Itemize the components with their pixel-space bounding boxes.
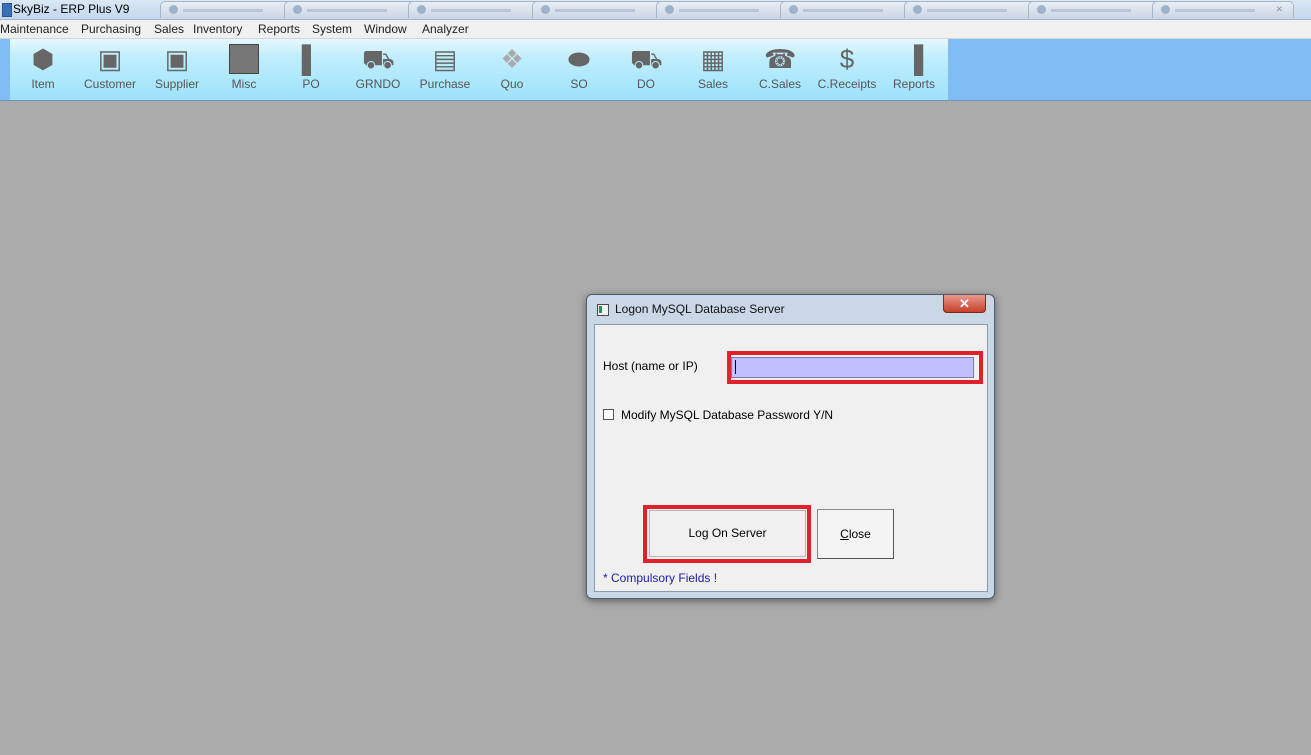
toolbar: ⬢ Item ▣ Customer ▣ Supplier Misc ▌ PO ⛟…	[0, 39, 1311, 101]
toolbar-item-button[interactable]: ⬢ Item	[10, 39, 76, 100]
menu-purchasing[interactable]: Purchasing	[81, 22, 141, 36]
toolbar-quo-button[interactable]: ❖ Quo	[479, 39, 545, 100]
cash-sales-icon: ☎	[764, 44, 797, 74]
toolbar-po-button[interactable]: ▌ PO	[278, 39, 344, 100]
browser-tab[interactable]: ✕	[408, 1, 550, 18]
so-icon: ⬬	[567, 44, 591, 74]
modify-password-label: Modify MySQL Database Password Y/N	[621, 408, 834, 422]
browser-tab[interactable]: ✕	[1152, 1, 1294, 18]
browser-tab[interactable]: ✕	[904, 1, 1046, 18]
toolbar-reports-button[interactable]: ▐ Reports	[881, 39, 947, 100]
toolbar-cash-sales-button[interactable]: ☎ C.Sales	[747, 39, 813, 100]
toolbar-so-button[interactable]: ⬬ SO	[546, 39, 612, 100]
tab-favicon-icon	[913, 5, 922, 14]
dialog-body: Host (name or IP) Modify MySQL Database …	[594, 324, 988, 592]
text-caret	[735, 360, 736, 374]
browser-tab[interactable]: ✕	[160, 1, 302, 18]
toolbar-grndo-button[interactable]: ⛟ GRNDO	[345, 39, 411, 100]
tab-favicon-icon	[169, 5, 178, 14]
sales-icon: ▦	[700, 44, 726, 74]
toolbar-buttons: ⬢ Item ▣ Customer ▣ Supplier Misc ▌ PO ⛟…	[10, 39, 948, 100]
browser-tab[interactable]: ✕	[780, 1, 922, 18]
customer-icon: ▣	[97, 44, 123, 74]
supplier-icon: ▣	[164, 44, 190, 74]
quo-icon: ❖	[500, 44, 524, 74]
purchase-icon: ▤	[432, 44, 458, 74]
modify-password-checkbox[interactable]	[603, 409, 614, 420]
window-title: SkyBiz - ERP Plus V9	[13, 2, 130, 16]
browser-tab[interactable]: ✕	[532, 1, 674, 18]
grndo-icon: ⛟	[362, 44, 395, 74]
host-label: Host (name or IP)	[603, 359, 698, 373]
tab-favicon-icon	[789, 5, 798, 14]
toolbar-sales-button[interactable]: ▦ Sales	[680, 39, 746, 100]
host-input[interactable]	[731, 357, 974, 378]
tab-favicon-icon	[665, 5, 674, 14]
compulsory-fields-note: * Compulsory Fields !	[603, 571, 718, 585]
toolbar-purchase-button[interactable]: ▤ Purchase	[412, 39, 478, 100]
title-bar: SkyBiz - ERP Plus V9 ✕✕✕✕✕✕✕✕✕	[0, 0, 1311, 20]
toolbar-customer-button[interactable]: ▣ Customer	[77, 39, 143, 100]
reports-icon: ▐	[904, 44, 924, 74]
menu-analyzer[interactable]: Analyzer	[422, 22, 469, 36]
do-icon: ⛟	[630, 44, 663, 74]
menu-reports[interactable]: Reports	[258, 22, 300, 36]
log-on-server-button[interactable]: Log On Server	[649, 510, 806, 557]
tab-favicon-icon	[1037, 5, 1046, 14]
close-button[interactable]: Close	[817, 509, 894, 559]
app-icon	[2, 3, 12, 17]
browser-tab[interactable]: ✕	[284, 1, 426, 18]
menu-system[interactable]: System	[312, 22, 352, 36]
dialog-title: Logon MySQL Database Server	[615, 302, 785, 316]
background-browser-tabs: ✕✕✕✕✕✕✕✕✕	[160, 1, 1311, 19]
menu-sales[interactable]: Sales	[154, 22, 184, 36]
logon-dialog: Logon MySQL Database Server ✕ Host (name…	[586, 294, 995, 599]
toolbar-misc-button[interactable]: Misc	[211, 39, 277, 100]
misc-icon	[228, 43, 260, 75]
toolbar-do-button[interactable]: ⛟ DO	[613, 39, 679, 100]
dialog-close-icon[interactable]: ✕	[943, 295, 986, 313]
tab-favicon-icon	[417, 5, 426, 14]
browser-tab[interactable]: ✕	[656, 1, 798, 18]
tab-favicon-icon	[541, 5, 550, 14]
po-icon: ▌	[301, 44, 321, 74]
dialog-window-icon	[597, 304, 609, 316]
menu-bar: Maintenance Purchasing Sales Inventory R…	[0, 20, 1311, 39]
menu-maintenance[interactable]: Maintenance	[0, 22, 69, 36]
tab-favicon-icon	[293, 5, 302, 14]
tab-close-icon[interactable]: ✕	[1275, 4, 1283, 15]
menu-inventory[interactable]: Inventory	[193, 22, 242, 36]
browser-tab[interactable]: ✕	[1028, 1, 1170, 18]
cash-receipts-icon: $	[839, 44, 855, 74]
toolbar-cash-receipts-button[interactable]: $ C.Receipts	[814, 39, 880, 100]
tab-favicon-icon	[1161, 5, 1170, 14]
toolbar-supplier-button[interactable]: ▣ Supplier	[144, 39, 210, 100]
item-icon: ⬢	[31, 44, 55, 74]
menu-window[interactable]: Window	[364, 22, 407, 36]
